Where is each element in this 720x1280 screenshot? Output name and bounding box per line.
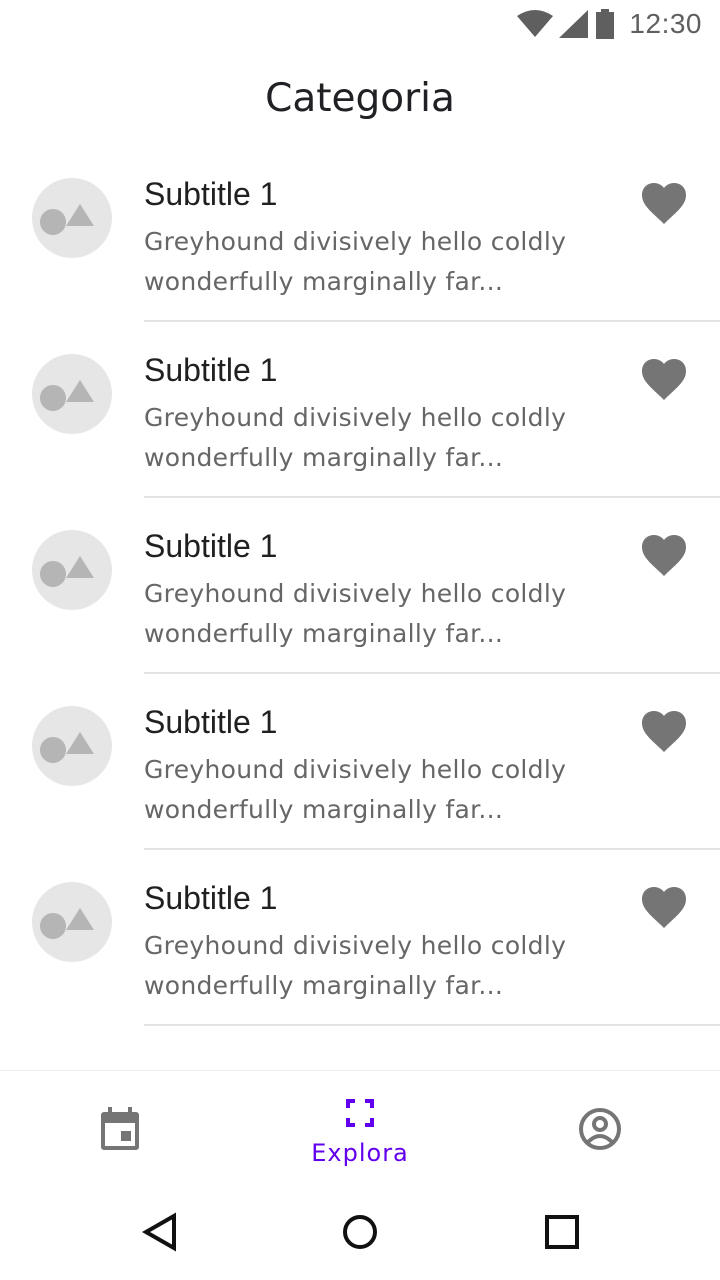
shapes-icon bbox=[40, 732, 94, 763]
wifi-icon bbox=[517, 10, 554, 37]
status-time: 12:30 bbox=[629, 8, 702, 39]
status-icons: 12:30 bbox=[517, 6, 702, 42]
account-circle-icon bbox=[579, 1108, 621, 1150]
thumbnail-placeholder bbox=[32, 706, 112, 786]
item-title: Subtitle 1 bbox=[144, 176, 278, 212]
thumbnail-placeholder bbox=[32, 530, 112, 610]
home-icon[interactable] bbox=[338, 1210, 382, 1254]
shapes-icon bbox=[40, 908, 94, 939]
list-item[interactable]: Subtitle 1 Greyhound divisively hello co… bbox=[0, 322, 720, 498]
item-title: Subtitle 1 bbox=[144, 880, 278, 916]
recents-icon[interactable] bbox=[540, 1210, 584, 1254]
thumbnail-placeholder bbox=[32, 882, 112, 962]
nav-item-explora[interactable]: Explora bbox=[240, 1071, 480, 1191]
page-title: Categoria bbox=[265, 76, 455, 121]
nav-item-calendar[interactable] bbox=[0, 1071, 240, 1191]
heart-icon[interactable] bbox=[640, 534, 688, 578]
heart-icon[interactable] bbox=[640, 182, 688, 226]
nav-item-account[interactable] bbox=[480, 1071, 720, 1191]
item-description: Greyhound divisively hello coldly wonder… bbox=[144, 579, 567, 648]
list-item[interactable]: Subtitle 1 Greyhound divisively hello co… bbox=[0, 850, 720, 1026]
list-item[interactable]: Subtitle 1 Greyhound divisively hello co… bbox=[0, 674, 720, 850]
system-navigation-bar bbox=[0, 1190, 720, 1280]
bottom-navigation: Explora bbox=[0, 1070, 720, 1190]
list-item[interactable]: Subtitle 1 Greyhound divisively hello co… bbox=[0, 146, 720, 322]
explore-frame-icon bbox=[346, 1099, 374, 1127]
item-title: Subtitle 1 bbox=[144, 704, 278, 740]
calendar-icon bbox=[101, 1107, 139, 1150]
item-title: Subtitle 1 bbox=[144, 352, 278, 388]
category-list: Subtitle 1 Greyhound divisively hello co… bbox=[0, 146, 720, 1026]
heart-icon[interactable] bbox=[640, 710, 688, 754]
back-icon[interactable] bbox=[140, 1210, 184, 1254]
item-description: Greyhound divisively hello coldly wonder… bbox=[144, 403, 567, 472]
divider bbox=[144, 1024, 720, 1026]
list-item[interactable]: Subtitle 1 Greyhound divisively hello co… bbox=[0, 498, 720, 674]
heart-icon[interactable] bbox=[640, 886, 688, 930]
shapes-icon bbox=[40, 204, 94, 235]
nav-label-explora: Explora bbox=[311, 1139, 409, 1167]
thumbnail-placeholder bbox=[32, 354, 112, 434]
item-description: Greyhound divisively hello coldly wonder… bbox=[144, 931, 567, 1000]
thumbnail-placeholder bbox=[32, 178, 112, 258]
item-description: Greyhound divisively hello coldly wonder… bbox=[144, 227, 567, 296]
status-bar: 12:30 bbox=[0, 0, 720, 48]
shapes-icon bbox=[40, 380, 94, 411]
item-description: Greyhound divisively hello coldly wonder… bbox=[144, 755, 567, 824]
signal-icon bbox=[559, 10, 589, 38]
battery-icon bbox=[596, 9, 615, 39]
item-title: Subtitle 1 bbox=[144, 528, 278, 564]
heart-icon[interactable] bbox=[640, 358, 688, 402]
shapes-icon bbox=[40, 556, 94, 587]
